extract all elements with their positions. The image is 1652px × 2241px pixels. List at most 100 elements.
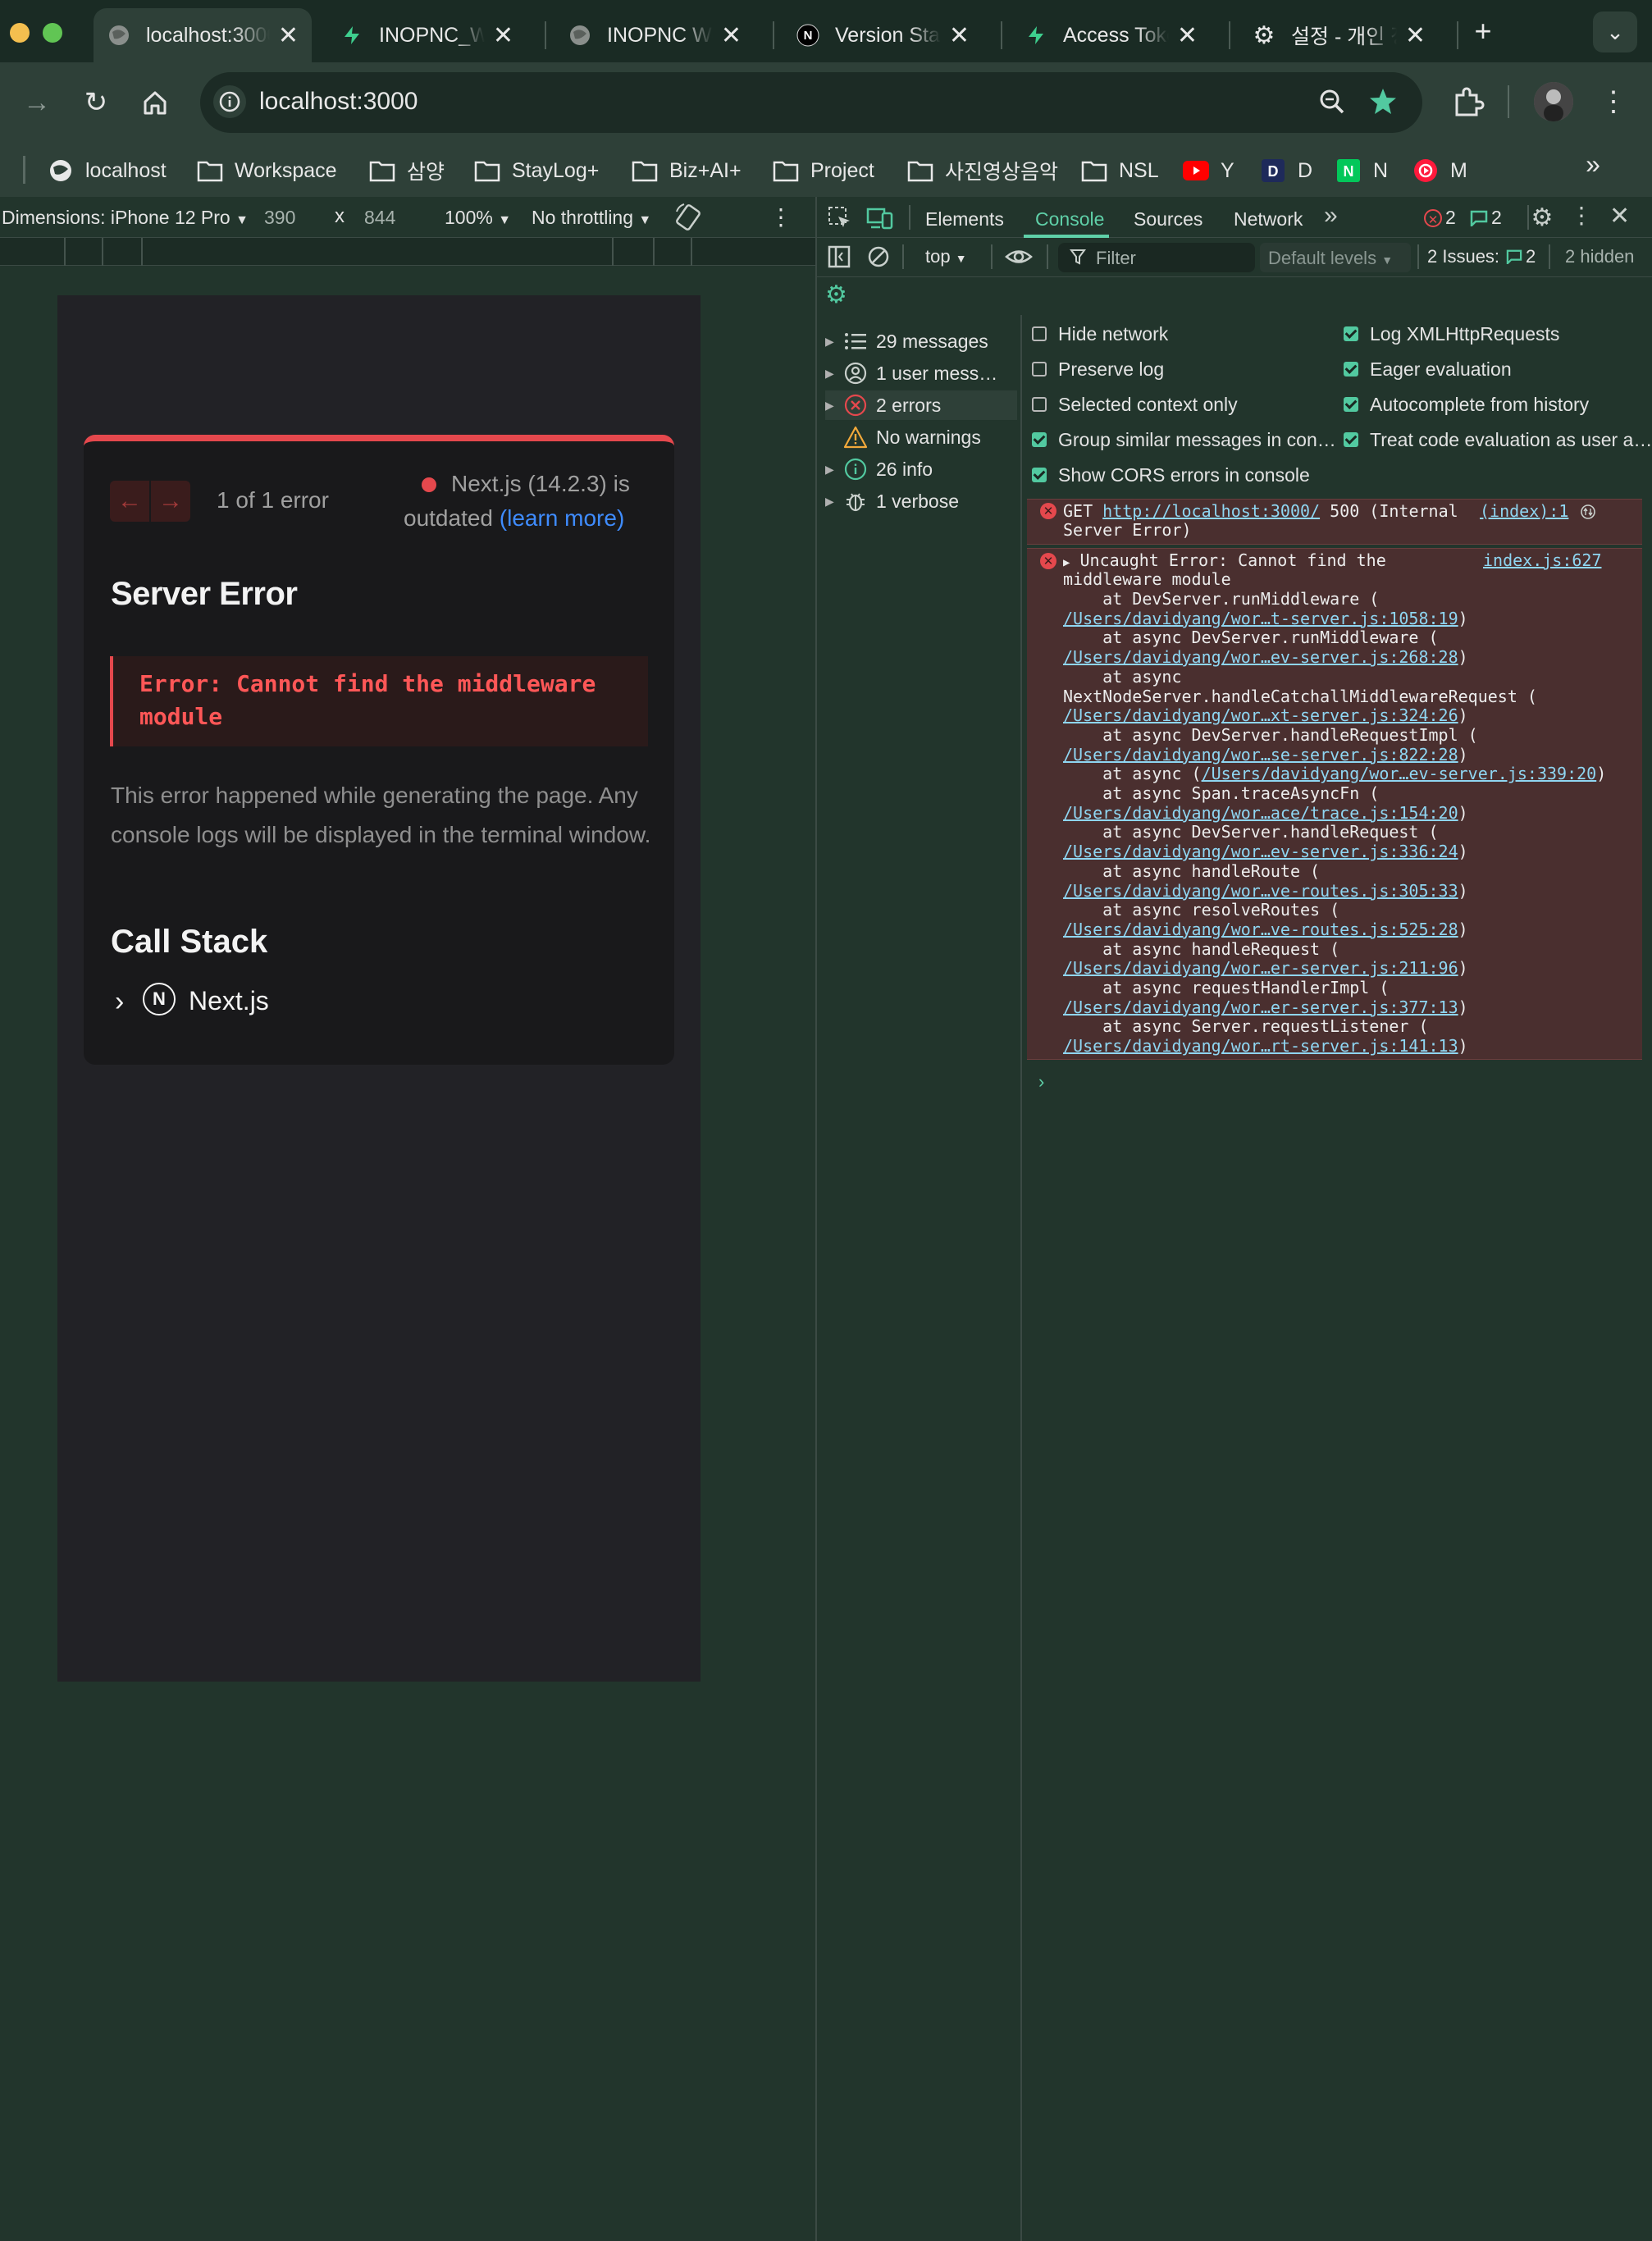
device-height-input[interactable]: 844 xyxy=(364,207,395,229)
stack-frame-link[interactable]: /Users/davidyang/wor…er-server.js:377:13 xyxy=(1063,997,1458,1017)
extensions-icon[interactable] xyxy=(1450,84,1486,120)
levels-select[interactable]: Default levels ▼ xyxy=(1260,243,1411,272)
call-stack-frame[interactable]: Next.js xyxy=(189,986,269,1016)
bookmark-naver[interactable]: N N xyxy=(1335,150,1388,191)
stack-frame-link[interactable]: /Users/davidyang/wor…ev-server.js:336:24 xyxy=(1063,842,1458,861)
stack-frame-link[interactable]: /Users/davidyang/wor…ace/trace.js:154:20 xyxy=(1063,803,1458,823)
address-text[interactable]: localhost:3000 xyxy=(259,88,418,116)
sidebar-item-info[interactable]: ▶ 26 info xyxy=(825,454,1017,484)
devtools-more-icon[interactable]: ⋮ xyxy=(1570,202,1593,229)
treat-eval-checkbox[interactable]: Treat code evaluation as user a… xyxy=(1344,427,1652,452)
preserve-log-checkbox[interactable]: Preserve log xyxy=(1032,357,1164,381)
filter-input[interactable] xyxy=(1058,243,1255,272)
bookmark-bizai[interactable]: Biz+AI+ xyxy=(632,150,742,191)
more-tabs-icon[interactable]: » xyxy=(1324,202,1338,230)
bookmark-samyang[interactable]: 삼양 xyxy=(369,150,445,191)
sidebar-item-user-messages[interactable]: ▶ 1 user mess… xyxy=(825,358,1017,388)
close-icon[interactable]: ✕ xyxy=(493,21,513,50)
bookmark-staylog[interactable]: StayLog+ xyxy=(474,150,599,191)
minimize-window-button[interactable] xyxy=(10,23,30,43)
bookmark-star-icon[interactable] xyxy=(1367,85,1399,118)
reload-button[interactable]: ↻ xyxy=(75,82,116,123)
new-tab-button[interactable]: + xyxy=(1465,13,1501,49)
rotate-icon[interactable] xyxy=(673,202,705,233)
network-panel-icon[interactable] xyxy=(1580,504,1596,520)
eager-evaluation-checkbox[interactable]: Eager evaluation xyxy=(1344,357,1512,381)
close-icon[interactable]: ✕ xyxy=(1177,21,1198,50)
stack-frame-link[interactable]: /Users/davidyang/wor…ve-routes.js:525:28 xyxy=(1063,920,1458,939)
bookmark-m[interactable]: M xyxy=(1412,150,1467,191)
bookmark-nsl[interactable]: NSL xyxy=(1081,150,1159,191)
stack-frame-link[interactable]: /Users/davidyang/wor…ev-server.js:339:20 xyxy=(1202,764,1597,783)
tab-version-staleness[interactable]: N Version Staleness ✕ xyxy=(783,8,983,62)
more-bookmarks-button[interactable]: » xyxy=(1577,148,1609,180)
device-more-icon[interactable]: ⋮ xyxy=(769,203,792,230)
stack-frame-link[interactable]: /Users/davidyang/wor…t-server.js:1058:19 xyxy=(1063,609,1458,628)
avatar[interactable] xyxy=(1534,82,1573,121)
device-toggle-icon[interactable] xyxy=(866,205,894,231)
close-icon[interactable]: ✕ xyxy=(949,21,970,50)
bookmark-d[interactable]: D D xyxy=(1260,150,1312,191)
error-count-badge[interactable]: ✕ 2 xyxy=(1424,207,1456,229)
issue-count-badge[interactable]: 2 xyxy=(1470,207,1502,229)
tab-network[interactable]: Network xyxy=(1234,208,1303,230)
tab-sources[interactable]: Sources xyxy=(1134,208,1202,230)
sidebar-item-errors[interactable]: ▶ 2 errors xyxy=(825,390,1017,420)
tab-elements[interactable]: Elements xyxy=(925,208,1004,230)
source-link[interactable]: index.js:627 xyxy=(1483,550,1602,571)
throttling-select[interactable]: No throttling ▼ xyxy=(532,207,651,229)
tab-access-tokens[interactable]: Access Tokens ✕ xyxy=(1011,8,1211,62)
stack-frame-link[interactable]: /Users/davidyang/wor…ve-routes.js:305:33 xyxy=(1063,881,1458,901)
eye-icon[interactable] xyxy=(1004,244,1034,269)
tab-console[interactable]: Console xyxy=(1035,208,1104,230)
device-dimensions-select[interactable]: Dimensions: iPhone 12 Pro ▼ xyxy=(2,207,249,229)
zoom-window-button[interactable] xyxy=(43,23,62,43)
hide-network-checkbox[interactable]: Hide network xyxy=(1032,322,1168,346)
clear-console-icon[interactable] xyxy=(866,244,891,269)
source-link[interactable]: (index):1 xyxy=(1480,501,1568,522)
stack-frame-link[interactable]: /Users/davidyang/wor…xt-server.js:324:26 xyxy=(1063,705,1458,725)
tab-localhost[interactable]: localhost:3000 ✕ xyxy=(94,8,312,62)
sidebar-toggle-icon[interactable] xyxy=(827,244,851,269)
prev-error-button[interactable]: ← xyxy=(110,481,149,522)
sidebar-item-verbose[interactable]: ▶ 1 verbose xyxy=(825,486,1017,516)
next-error-button[interactable]: → xyxy=(151,481,190,522)
sidebar-item-warnings[interactable]: No warnings xyxy=(825,422,1017,452)
issues-button[interactable]: 2 Issues: 2 xyxy=(1427,246,1536,267)
sidebar-item-messages[interactable]: ▶ 29 messages xyxy=(825,326,1017,356)
zoom-select[interactable]: 100% ▼ xyxy=(445,207,511,229)
group-similar-checkbox[interactable]: Group similar messages in con… xyxy=(1032,427,1336,452)
stack-frame-link[interactable]: /Users/davidyang/wor…er-server.js:211:96 xyxy=(1063,958,1458,979)
more-vert-icon[interactable]: ⋮ xyxy=(1600,82,1627,121)
log-xhr-checkbox[interactable]: Log XMLHttpRequests xyxy=(1344,322,1559,346)
chevron-right-icon[interactable]: › xyxy=(115,986,124,1018)
device-width-input[interactable]: 390 xyxy=(264,207,295,229)
stack-frame-link[interactable]: /Users/davidyang/wor…rt-server.js:141:13 xyxy=(1063,1036,1458,1056)
context-select[interactable]: top ▼ xyxy=(925,246,967,267)
bookmark-localhost[interactable]: localhost xyxy=(48,150,167,191)
learn-more-link[interactable]: (learn more) xyxy=(500,505,624,531)
bookmark-youtube[interactable]: Y xyxy=(1183,150,1234,191)
close-devtools-icon[interactable]: ✕ xyxy=(1609,202,1630,230)
selected-context-checkbox[interactable]: Selected context only xyxy=(1032,392,1238,417)
autocomplete-checkbox[interactable]: Autocomplete from history xyxy=(1344,392,1589,417)
console-prompt[interactable]: › xyxy=(1038,1071,1044,1093)
console-settings-gear-icon[interactable]: ⚙ xyxy=(825,282,851,308)
request-url-link[interactable]: http://localhost:3000/ xyxy=(1102,501,1320,521)
bookmark-media[interactable]: 사진영상음악 xyxy=(907,150,1058,191)
bookmark-project[interactable]: Project xyxy=(773,150,874,191)
zoom-icon[interactable] xyxy=(1316,85,1349,118)
bookmark-workspace[interactable]: Workspace xyxy=(197,150,337,191)
stack-frame-link[interactable]: /Users/davidyang/wor…se-server.js:822:28 xyxy=(1063,745,1458,764)
inspect-element-icon[interactable] xyxy=(827,205,853,231)
tab-settings[interactable]: ⚙ 설정 - 개인 정보 ✕ xyxy=(1239,8,1439,62)
close-icon[interactable]: ✕ xyxy=(1405,21,1426,50)
forward-button[interactable]: → xyxy=(16,82,57,123)
home-button[interactable] xyxy=(135,82,176,123)
close-icon[interactable]: ✕ xyxy=(278,21,299,50)
tab-inopnc-work[interactable]: INOPNC Work ✕ xyxy=(554,8,755,62)
site-info-button[interactable] xyxy=(213,85,246,118)
devtools-settings-icon[interactable]: ⚙ xyxy=(1529,203,1555,231)
stack-frame-link[interactable]: /Users/davidyang/wor…ev-server.js:268:28 xyxy=(1063,647,1458,667)
tab-search-button[interactable]: ⌄ xyxy=(1593,11,1637,52)
